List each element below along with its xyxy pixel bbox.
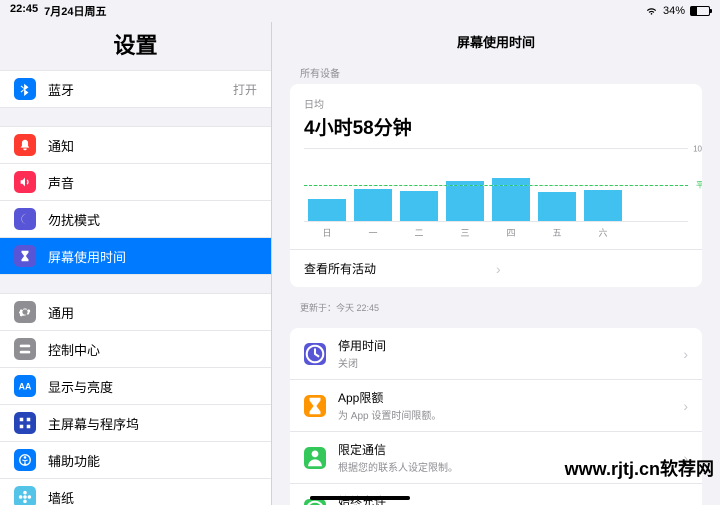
moon-icon bbox=[14, 208, 36, 230]
sidebar: 设置 蓝牙打开 通知声音勿扰模式屏幕使用时间 通用控制中心AA显示与亮度主屏幕与… bbox=[0, 22, 272, 505]
chart-bar bbox=[446, 181, 484, 221]
chevron-right-icon: › bbox=[683, 346, 688, 362]
status-date: 7月24日周五 bbox=[44, 3, 106, 19]
wifi-icon bbox=[645, 6, 658, 16]
chevron-right-icon: › bbox=[496, 261, 688, 277]
daily-label: 日均 bbox=[304, 96, 688, 111]
grid-icon bbox=[14, 412, 36, 434]
gear-icon bbox=[14, 301, 36, 323]
sidebar-item-bluetooth[interactable]: 蓝牙打开 bbox=[0, 71, 271, 107]
chevron-right-icon: › bbox=[683, 398, 688, 414]
updated-label: 更新于：今天 22:45 bbox=[300, 301, 702, 314]
sidebar-item-flower[interactable]: 墙纸 bbox=[0, 479, 271, 505]
page-title: 屏幕使用时间 bbox=[272, 22, 720, 65]
sound-icon bbox=[14, 171, 36, 193]
flower-icon bbox=[14, 486, 36, 505]
sidebar-item-access[interactable]: 辅助功能 bbox=[0, 442, 271, 479]
chart-bar bbox=[308, 199, 346, 221]
sidebar-item-bell[interactable]: 通知 bbox=[0, 127, 271, 164]
usage-card: 日均 4小时58分钟 10小时 平均 日一二三四五六 查看所有活动 › bbox=[290, 84, 702, 287]
main-panel: 屏幕使用时间 所有设备 日均 4小时58分钟 10小时 平均 日一二三四五六 查… bbox=[272, 22, 720, 505]
hourglass-icon bbox=[14, 245, 36, 267]
chart-bar bbox=[400, 191, 438, 221]
status-battery-pct: 34% bbox=[663, 5, 685, 17]
bluetooth-icon bbox=[14, 78, 36, 100]
sidebar-item-aa[interactable]: AA显示与亮度 bbox=[0, 368, 271, 405]
settings-title: 设置 bbox=[0, 22, 271, 70]
svg-text:AA: AA bbox=[19, 382, 32, 392]
access-icon bbox=[14, 449, 36, 471]
sidebar-item-hourglass[interactable]: 屏幕使用时间 bbox=[0, 238, 271, 274]
limit-row-clock[interactable]: 停用时间关闭› bbox=[290, 328, 702, 380]
daily-avg: 4小时58分钟 bbox=[304, 113, 688, 140]
usage-chart: 10小时 平均 bbox=[304, 148, 688, 222]
aa-icon: AA bbox=[14, 375, 36, 397]
hourglass-icon bbox=[304, 395, 326, 417]
person-icon bbox=[304, 447, 326, 469]
chevron-right-icon: › bbox=[683, 502, 688, 505]
chart-bar bbox=[354, 189, 392, 221]
status-time: 22:45 bbox=[10, 3, 38, 19]
home-indicator bbox=[310, 496, 410, 500]
sidebar-item-sound[interactable]: 声音 bbox=[0, 164, 271, 201]
view-all-activity[interactable]: 查看所有活动 › bbox=[290, 249, 702, 287]
chart-bar bbox=[584, 190, 622, 221]
limit-row-hourglass[interactable]: App限额为 App 设置时间限额。› bbox=[290, 380, 702, 432]
sidebar-item-switches[interactable]: 控制中心 bbox=[0, 331, 271, 368]
limit-row-check[interactable]: 始终允许选择始终可用的 App。› bbox=[290, 484, 702, 505]
battery-icon bbox=[690, 6, 710, 16]
switches-icon bbox=[14, 338, 36, 360]
watermark: www.rjtj.cn软荐网 bbox=[565, 455, 714, 481]
sidebar-item-grid[interactable]: 主屏幕与程序坞 bbox=[0, 405, 271, 442]
chart-bar bbox=[538, 192, 576, 221]
clock-icon bbox=[304, 343, 326, 365]
sidebar-item-gear[interactable]: 通用 bbox=[0, 294, 271, 331]
sidebar-item-moon[interactable]: 勿扰模式 bbox=[0, 201, 271, 238]
all-devices-label: 所有设备 bbox=[300, 65, 702, 80]
bell-icon bbox=[14, 134, 36, 156]
